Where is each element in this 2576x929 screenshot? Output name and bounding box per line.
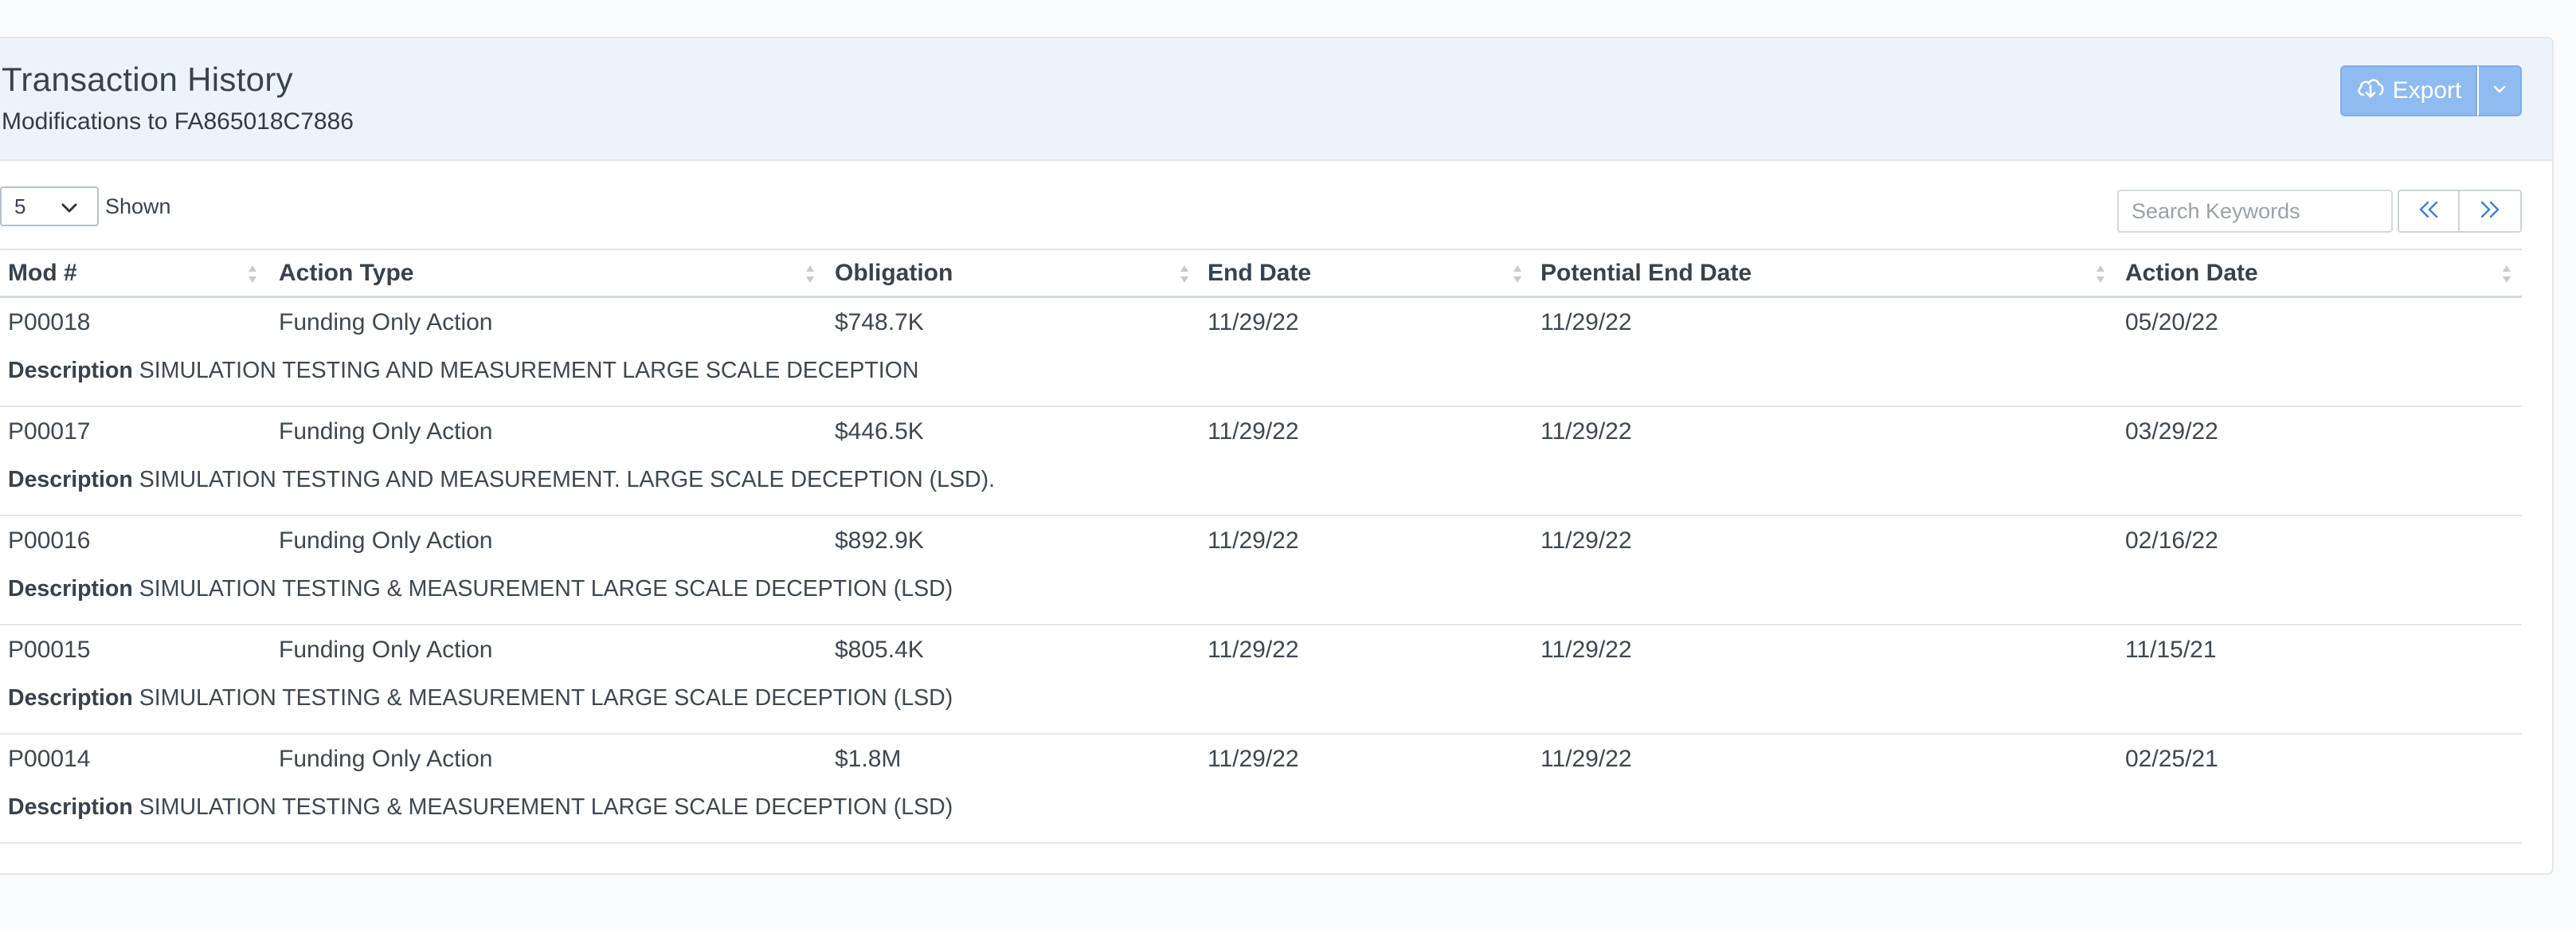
- cell-action-type: Funding Only Action: [279, 746, 493, 772]
- table-header: Mod # Action Type Obligation End Date Po…: [0, 249, 2522, 298]
- cell-potential-end-date: 11/29/22: [1541, 418, 1632, 445]
- cell-potential-end-date: 11/29/22: [1541, 309, 1632, 335]
- column-header-action-date[interactable]: Action Date: [2125, 250, 2258, 296]
- description-text: SIMULATION TESTING & MEASUREMENT LARGE S…: [139, 685, 953, 711]
- cell-mod: P00017: [8, 418, 91, 445]
- description-text: SIMULATION TESTING AND MEASUREMENT. LARG…: [139, 467, 996, 492]
- description-text: SIMULATION TESTING AND MEASUREMENT LARGE…: [139, 358, 919, 383]
- cell-end-date: 11/29/22: [1208, 637, 1299, 663]
- sort-icon[interactable]: [2501, 263, 2512, 285]
- sort-icon[interactable]: [1179, 263, 1190, 285]
- chevron-down-icon: [2492, 84, 2507, 98]
- cell-action-date: 11/15/21: [2125, 637, 2217, 663]
- table-row: P00016 Funding Only Action $892.9K 11/29…: [0, 516, 2522, 625]
- description-label: Description: [8, 685, 133, 711]
- row-description: Description SIMULATION TESTING & MEASUREM…: [8, 576, 953, 602]
- cell-action-date: 05/20/22: [2125, 309, 2218, 335]
- cloud-download-icon: [2356, 76, 2385, 106]
- cell-mod: P00016: [8, 527, 91, 554]
- cell-obligation: $1.8M: [835, 746, 902, 772]
- table-controls: 5 Shown: [0, 186, 2552, 234]
- card-header: Transaction History Modifications to FA8…: [0, 38, 2552, 161]
- cell-end-date: 11/29/22: [1208, 527, 1299, 554]
- transaction-history-card: Transaction History Modifications to FA8…: [0, 37, 2554, 875]
- cell-potential-end-date: 11/29/22: [1541, 527, 1632, 554]
- column-header-obligation[interactable]: Obligation: [835, 250, 953, 296]
- search-input[interactable]: [2117, 190, 2393, 233]
- description-label: Description: [8, 794, 133, 820]
- description-label: Description: [8, 576, 133, 602]
- prev-page-button[interactable]: [2398, 190, 2460, 233]
- column-header-end-date[interactable]: End Date: [1208, 250, 1311, 296]
- export-button-group: Export: [2340, 65, 2522, 116]
- double-chevron-right-icon: [2478, 199, 2502, 224]
- sort-icon[interactable]: [1512, 263, 1523, 285]
- description-label: Description: [8, 467, 133, 492]
- cell-obligation: $892.9K: [835, 527, 924, 554]
- cell-action-type: Funding Only Action: [279, 309, 493, 335]
- row-description: Description SIMULATION TESTING & MEASUREM…: [8, 685, 953, 711]
- page-size-select[interactable]: 5: [0, 186, 99, 226]
- row-description: Description SIMULATION TESTING AND MEASUR…: [8, 358, 918, 384]
- description-label: Description: [8, 358, 133, 383]
- column-header-potential-end-date[interactable]: Potential End Date: [1541, 250, 1752, 296]
- cell-mod: P00018: [8, 309, 91, 335]
- export-label: Export: [2392, 77, 2462, 104]
- cell-end-date: 11/29/22: [1208, 418, 1299, 445]
- cell-action-date: 02/16/22: [2125, 527, 2218, 554]
- next-page-button[interactable]: [2460, 190, 2522, 233]
- description-text: SIMULATION TESTING & MEASUREMENT LARGE S…: [139, 576, 953, 602]
- row-description: Description SIMULATION TESTING AND MEASUR…: [8, 467, 995, 493]
- description-text: SIMULATION TESTING & MEASUREMENT LARGE S…: [139, 794, 953, 820]
- table-row: P00015 Funding Only Action $805.4K 11/29…: [0, 625, 2522, 735]
- sort-icon[interactable]: [2095, 263, 2106, 285]
- cell-action-type: Funding Only Action: [279, 418, 493, 445]
- cell-end-date: 11/29/22: [1208, 309, 1299, 335]
- cell-action-date: 02/25/21: [2125, 746, 2218, 772]
- cell-action-type: Funding Only Action: [279, 527, 493, 554]
- cell-obligation: $805.4K: [835, 637, 924, 663]
- row-description: Description SIMULATION TESTING & MEASUREM…: [8, 794, 953, 821]
- sort-icon[interactable]: [805, 263, 816, 285]
- cell-obligation: $748.7K: [835, 309, 924, 335]
- transactions-table: Mod # Action Type Obligation End Date Po…: [0, 249, 2522, 844]
- sort-icon[interactable]: [247, 263, 258, 285]
- column-header-action-type[interactable]: Action Type: [279, 250, 413, 296]
- export-dropdown-toggle[interactable]: [2477, 65, 2522, 116]
- pagination: [2398, 190, 2522, 233]
- cell-mod: P00015: [8, 637, 91, 663]
- cell-action-date: 03/29/22: [2125, 418, 2218, 445]
- chevron-down-icon: [59, 198, 80, 224]
- shown-label: Shown: [105, 194, 171, 218]
- cell-obligation: $446.5K: [835, 418, 924, 445]
- cell-mod: P00014: [8, 746, 91, 772]
- cell-end-date: 11/29/22: [1208, 746, 1299, 772]
- table-row: P00014 Funding Only Action $1.8M 11/29/2…: [0, 735, 2522, 844]
- cell-action-type: Funding Only Action: [279, 637, 493, 663]
- cell-potential-end-date: 11/29/22: [1541, 746, 1632, 772]
- cell-potential-end-date: 11/29/22: [1541, 637, 1632, 663]
- export-button[interactable]: Export: [2340, 65, 2477, 116]
- page-subtitle: Modifications to FA865018C7886: [2, 108, 354, 135]
- column-header-mod[interactable]: Mod #: [8, 250, 77, 296]
- table-row: P00017 Funding Only Action $446.5K 11/29…: [0, 407, 2522, 516]
- double-chevron-left-icon: [2417, 199, 2441, 224]
- page-title: Transaction History: [2, 61, 293, 98]
- table-row: P00018 Funding Only Action $748.7K 11/29…: [0, 298, 2522, 407]
- page-size-value: 5: [14, 194, 26, 218]
